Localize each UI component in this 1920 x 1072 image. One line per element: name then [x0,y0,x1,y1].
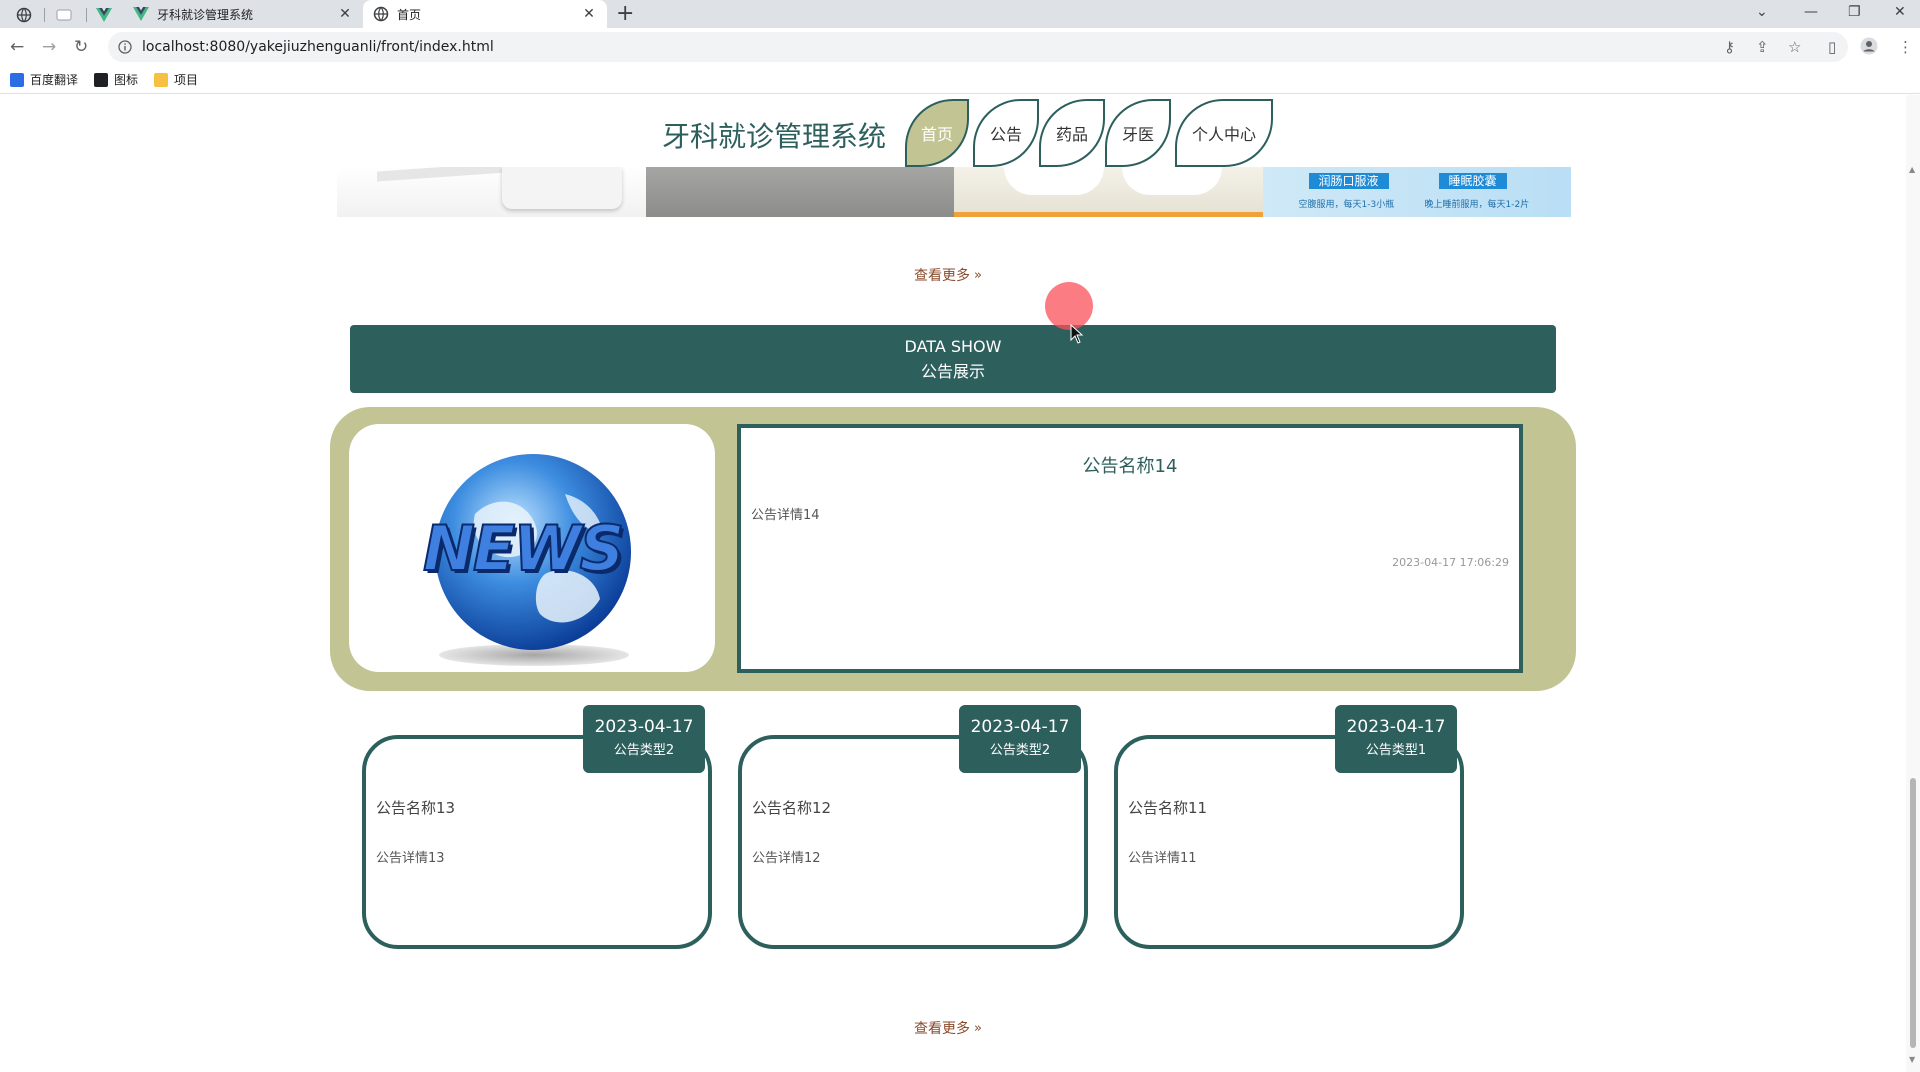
star-icon[interactable]: ☆ [1788,37,1801,57]
tab-system[interactable]: 牙科就诊管理系统 ✕ [123,0,363,28]
notice-date-badge: 2023-04-17 公告类型2 [583,705,705,773]
news-image[interactable]: NEWS [349,424,715,672]
banner-image [645,167,954,217]
new-tab-button[interactable]: + [616,2,634,26]
page-icon[interactable] [54,4,74,26]
tab-title: 首页 [397,7,422,22]
notice-type: 公告类型1 [1365,743,1427,758]
notice-detail: 公告详情13 [376,851,445,866]
banner-sublabel: 晚上睡前服用，每天1-2片 [1424,200,1530,210]
tab-home[interactable]: 首页 ✕ [363,0,607,28]
forward-icon[interactable]: → [42,37,56,57]
bookmark-icons[interactable]: 图标 [94,71,138,88]
back-icon[interactable]: ← [10,37,24,57]
view-more-label: 查看更多 [914,268,970,284]
close-window-icon[interactable]: ✕ [1894,2,1906,22]
url-field[interactable]: localhost:8080/yakejiuzhenguanli/front/i… [108,32,1848,62]
cursor-highlight [1045,282,1093,330]
banner-image: 润肠口服液 睡眠胶囊 空腹服用，每天1-3小瓶 晚上睡前服用，每天1-2片 [1262,167,1571,217]
view-more-label: 查看更多 [914,1021,970,1037]
translate-icon [10,72,24,87]
section-title-en: DATA SHOW [904,337,1002,356]
bookmark-projects[interactable]: 项目 [154,71,198,88]
address-bar: ← → ↻ localhost:8080/yakejiuzhenguanli/f… [0,28,1920,66]
section-title-zh: 公告展示 [920,362,985,381]
menu-icon[interactable]: ⋮ [1898,37,1913,57]
featured-notice: NEWS 公告名称14 公告详情14 2023-04-17 17:06:29 [330,407,1576,691]
info-icon[interactable] [118,40,132,54]
bookmark-label: 项目 [174,73,199,87]
bookmark-baidu-translate[interactable]: 百度翻译 [10,71,78,88]
notice-date-badge: 2023-04-17 公告类型2 [959,705,1081,773]
page-scrollbar[interactable]: ▲ ▼ [1906,95,1920,1072]
featured-notice-datetime: 2023-04-17 17:06:29 [1392,556,1509,569]
notice-title: 公告名称12 [752,799,832,817]
vue-icon [133,7,149,21]
notice-type: 公告类型2 [989,743,1051,758]
share-icon[interactable]: ⇪ [1756,37,1769,57]
featured-notice-detail: 公告详情14 [751,508,820,523]
view-more-link[interactable]: 查看更多 » [914,1018,982,1038]
notice-date: 2023-04-17 [970,717,1070,737]
double-chevron-right-icon: » [974,267,982,283]
banner-image [337,167,646,217]
tab-search-icon[interactable]: ⌄ [1756,2,1768,22]
folder-icon [154,72,169,87]
banner-image [954,167,1263,217]
globe-icon[interactable] [14,4,34,26]
url-text: localhost:8080/yakejiuzhenguanli/front/i… [142,39,494,55]
notice-date: 2023-04-17 [594,717,694,737]
profile-icon[interactable] [1860,37,1878,60]
notice-title: 公告名称11 [1128,799,1208,817]
site-title: 牙科就诊管理系统 [662,120,887,153]
data-show-header: DATA SHOW 公告展示 [350,325,1556,393]
banner-sublabel: 空腹服用，每天1-3小瓶 [1298,200,1395,210]
mouse-cursor-icon [1070,323,1084,349]
image-icon [94,72,109,87]
banner-label: 润肠口服液 [1308,173,1389,189]
nav-medicine[interactable]: 药品 [1039,99,1105,167]
minimize-icon[interactable]: — [1804,2,1818,22]
product-banner[interactable]: 润肠口服液 睡眠胶囊 空腹服用，每天1-3小瓶 晚上睡前服用，每天1-2片 [337,167,1571,217]
nav-home[interactable]: 首页 [905,99,969,167]
double-chevron-right-icon: » [974,1020,982,1036]
bookmark-label: 百度翻译 [30,73,79,87]
nav-notice[interactable]: 公告 [973,99,1039,167]
tab-title: 牙科就诊管理系统 [157,7,254,22]
scroll-up-icon[interactable]: ▲ [1909,165,1915,174]
notice-type: 公告类型2 [613,743,675,758]
notice-date: 2023-04-17 [1346,717,1446,737]
notice-detail: 公告详情11 [1128,851,1197,866]
scroll-thumb[interactable] [1910,778,1916,1048]
vue-icon[interactable] [94,4,114,26]
notice-title: 公告名称13 [376,799,456,817]
notice-date-badge: 2023-04-17 公告类型1 [1335,705,1457,773]
banner-label: 睡眠胶囊 [1438,173,1507,189]
view-more-link[interactable]: 查看更多 » [914,265,982,285]
side-panel-icon[interactable]: ▯ [1828,37,1836,57]
featured-notice-title: 公告名称14 [1082,456,1178,477]
key-icon[interactable]: ⚷ [1724,37,1735,57]
close-icon[interactable]: ✕ [337,6,353,22]
page-viewport: 牙科就诊管理系统 首页 公告 药品 牙医 个人中心 润肠口服液 睡眠胶囊 空腹服… [0,95,1906,1072]
scroll-down-icon[interactable]: ▼ [1909,1055,1915,1064]
notice-detail: 公告详情12 [752,851,821,866]
nav-personal-center[interactable]: 个人中心 [1175,99,1273,167]
bookmark-label: 图标 [114,73,139,87]
featured-notice-content[interactable]: 公告名称14 公告详情14 2023-04-17 17:06:29 [737,424,1523,673]
browser-tabbar: 牙科就诊管理系统 ✕ 首页 ✕ + ⌄ — ❐ ✕ [0,0,1920,28]
nav-dentist[interactable]: 牙医 [1105,99,1171,167]
bookmarks-bar: 百度翻译 图标 项目 [0,66,1920,94]
close-icon[interactable]: ✕ [581,6,597,22]
news-word-art: NEWS [422,511,625,586]
reload-icon[interactable]: ↻ [74,37,88,57]
restore-icon[interactable]: ❐ [1848,2,1861,22]
globe-icon [373,6,389,22]
